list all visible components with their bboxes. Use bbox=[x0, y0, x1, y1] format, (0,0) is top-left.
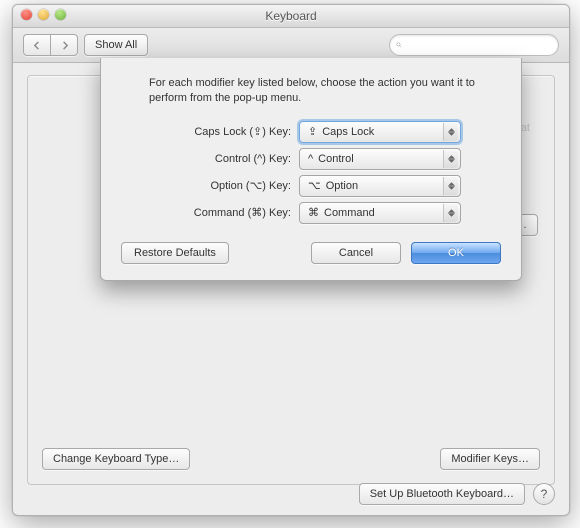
chevron-right-icon bbox=[60, 41, 69, 50]
cancel-button[interactable]: Cancel bbox=[311, 242, 401, 264]
modifier-row-control: Control (^) Key: ^Control bbox=[121, 148, 501, 170]
help-icon: ? bbox=[541, 487, 548, 501]
option-popup[interactable]: ⌥Option bbox=[299, 175, 461, 197]
show-all-button[interactable]: Show All bbox=[84, 34, 148, 56]
modifier-label: Option (⌥) Key: bbox=[121, 179, 299, 192]
setup-bluetooth-button[interactable]: Set Up Bluetooth Keyboard… bbox=[359, 483, 525, 505]
back-button[interactable] bbox=[23, 34, 50, 56]
modifier-label: Caps Lock (⇪) Key: bbox=[121, 125, 299, 138]
modifier-row-command: Command (⌘) Key: ⌘Command bbox=[121, 202, 501, 224]
minimize-icon[interactable] bbox=[38, 9, 49, 20]
forward-button[interactable] bbox=[50, 34, 78, 56]
control-popup[interactable]: ^Control bbox=[299, 148, 461, 170]
titlebar: Keyboard bbox=[13, 5, 569, 28]
stepper-icon bbox=[443, 150, 458, 168]
stepper-icon bbox=[443, 204, 458, 222]
close-icon[interactable] bbox=[21, 9, 32, 20]
sheet-instruction: For each modifier key listed below, choo… bbox=[121, 76, 501, 107]
nav-segmented bbox=[23, 34, 78, 56]
search-icon bbox=[396, 39, 402, 51]
search-field[interactable] bbox=[389, 34, 559, 56]
window-title: Keyboard bbox=[265, 9, 316, 23]
modifier-label: Command (⌘) Key: bbox=[121, 206, 299, 219]
ok-button[interactable]: OK bbox=[411, 242, 501, 264]
capslock-popup[interactable]: ⇪Caps Lock bbox=[299, 121, 461, 143]
modifier-label: Control (^) Key: bbox=[121, 153, 299, 165]
chevron-left-icon bbox=[33, 41, 42, 50]
search-input[interactable] bbox=[406, 38, 552, 52]
modifier-row-option: Option (⌥) Key: ⌥Option bbox=[121, 175, 501, 197]
restore-defaults-button[interactable]: Restore Defaults bbox=[121, 242, 229, 264]
modifier-keys-button[interactable]: Modifier Keys… bbox=[440, 448, 540, 470]
stepper-icon bbox=[443, 123, 458, 141]
modifier-row-capslock: Caps Lock (⇪) Key: ⇪Caps Lock bbox=[121, 121, 501, 143]
zoom-icon[interactable] bbox=[55, 9, 66, 20]
help-button[interactable]: ? bbox=[533, 483, 555, 505]
modifier-keys-sheet: For each modifier key listed below, choo… bbox=[100, 58, 522, 281]
stepper-icon bbox=[443, 177, 458, 195]
change-keyboard-type-button[interactable]: Change Keyboard Type… bbox=[42, 448, 190, 470]
command-popup[interactable]: ⌘Command bbox=[299, 202, 461, 224]
